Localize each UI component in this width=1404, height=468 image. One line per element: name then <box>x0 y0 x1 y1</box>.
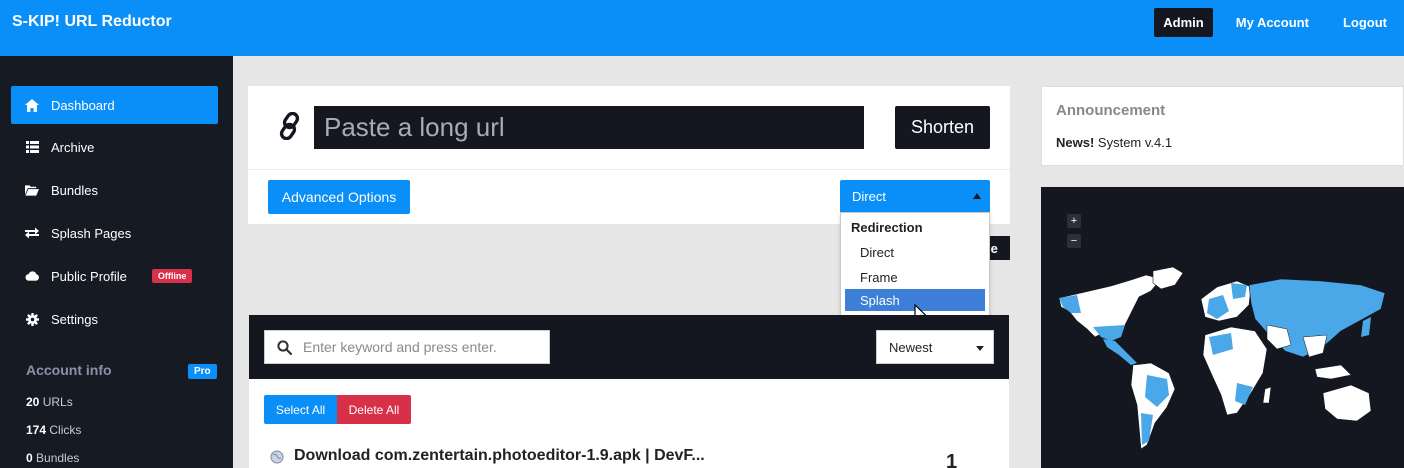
world-map-card: + − <box>1041 187 1404 468</box>
sidebar-item-archive[interactable]: Archive <box>11 128 218 166</box>
sort-select-value: Newest <box>889 339 933 355</box>
sidebar-item-label: Settings <box>51 311 98 327</box>
stat-bundles: 0 Bundles <box>26 451 80 465</box>
advanced-options-button[interactable]: Advanced Options <box>268 180 410 214</box>
delete-all-button[interactable]: Delete All <box>337 395 411 424</box>
links-toolbar: Newest <box>249 315 1009 379</box>
sidebar-item-label: Splash Pages <box>51 225 132 241</box>
dropdown-option-frame[interactable]: Frame <box>845 266 985 288</box>
world-map[interactable] <box>1041 187 1404 468</box>
link-icon <box>278 111 302 145</box>
announcement-news: News! System v.4.1 <box>1056 135 1173 150</box>
admin-link[interactable]: Admin <box>1154 8 1213 37</box>
top-nav: Admin My Account Logout <box>1154 8 1404 37</box>
shorten-button[interactable]: Shorten <box>895 106 990 149</box>
cloud-icon <box>25 269 39 283</box>
announcement-title: Announcement <box>1056 102 1166 119</box>
caret-down-icon <box>976 346 984 351</box>
pro-badge: Pro <box>188 364 217 379</box>
link-click-count: 1 <box>946 451 958 468</box>
redirection-select[interactable]: Direct <box>840 180 990 212</box>
brand-logo[interactable]: S-KIP! URL Reductor <box>12 13 172 31</box>
exchange-icon <box>25 226 39 240</box>
announcement-card: Announcement News! System v.4.1 <box>1041 86 1404 166</box>
sidebar: Dashboard Archive Bundles Splash Pages P… <box>0 56 233 468</box>
home-icon <box>25 98 39 112</box>
gear-icon <box>25 312 39 326</box>
dropdown-option-direct[interactable]: Direct <box>845 241 985 263</box>
search-input[interactable] <box>303 339 533 355</box>
card-divider <box>248 169 1010 170</box>
stat-urls: 20 URLs <box>26 395 73 409</box>
search-icon <box>277 339 292 355</box>
sidebar-item-public-profile[interactable]: Public Profile Offline <box>11 257 218 295</box>
sort-select[interactable]: Newest <box>876 330 994 364</box>
sidebar-item-settings[interactable]: Settings <box>11 300 218 338</box>
top-navbar: S-KIP! URL Reductor Admin My Account Log… <box>0 0 1404 56</box>
sidebar-item-label: Dashboard <box>51 97 115 113</box>
list-icon <box>25 140 39 154</box>
redirection-select-value: Direct <box>852 188 886 204</box>
account-info-title: Account info <box>26 362 112 378</box>
sidebar-item-label: Bundles <box>51 182 98 198</box>
select-all-button[interactable]: Select All <box>264 395 337 424</box>
dropdown-group-label: Redirection <box>851 220 923 235</box>
sidebar-item-label: Archive <box>51 139 95 155</box>
sidebar-item-dashboard[interactable]: Dashboard <box>11 86 218 124</box>
long-url-input[interactable] <box>314 106 864 149</box>
links-list: Select All Delete All Download com.zente… <box>249 379 1009 468</box>
shorten-card: Shorten Advanced Options Direct <box>248 86 1010 224</box>
link-title[interactable]: Download com.zentertain.photoeditor-1.9.… <box>294 447 705 465</box>
my-account-link[interactable]: My Account <box>1227 8 1318 37</box>
sidebar-item-label: Public Profile <box>51 268 127 284</box>
redirection-dropdown: Redirection Direct Frame Splash <box>840 212 990 318</box>
sidebar-item-bundles[interactable]: Bundles <box>11 171 218 209</box>
search-box <box>264 330 550 364</box>
folder-open-icon <box>25 183 39 197</box>
caret-up-icon <box>973 193 981 199</box>
sidebar-item-splash-pages[interactable]: Splash Pages <box>11 214 218 252</box>
stat-clicks: 174 Clicks <box>26 423 82 437</box>
offline-badge: Offline <box>151 269 193 283</box>
globe-icon <box>270 450 284 468</box>
logout-link[interactable]: Logout <box>1334 8 1396 37</box>
